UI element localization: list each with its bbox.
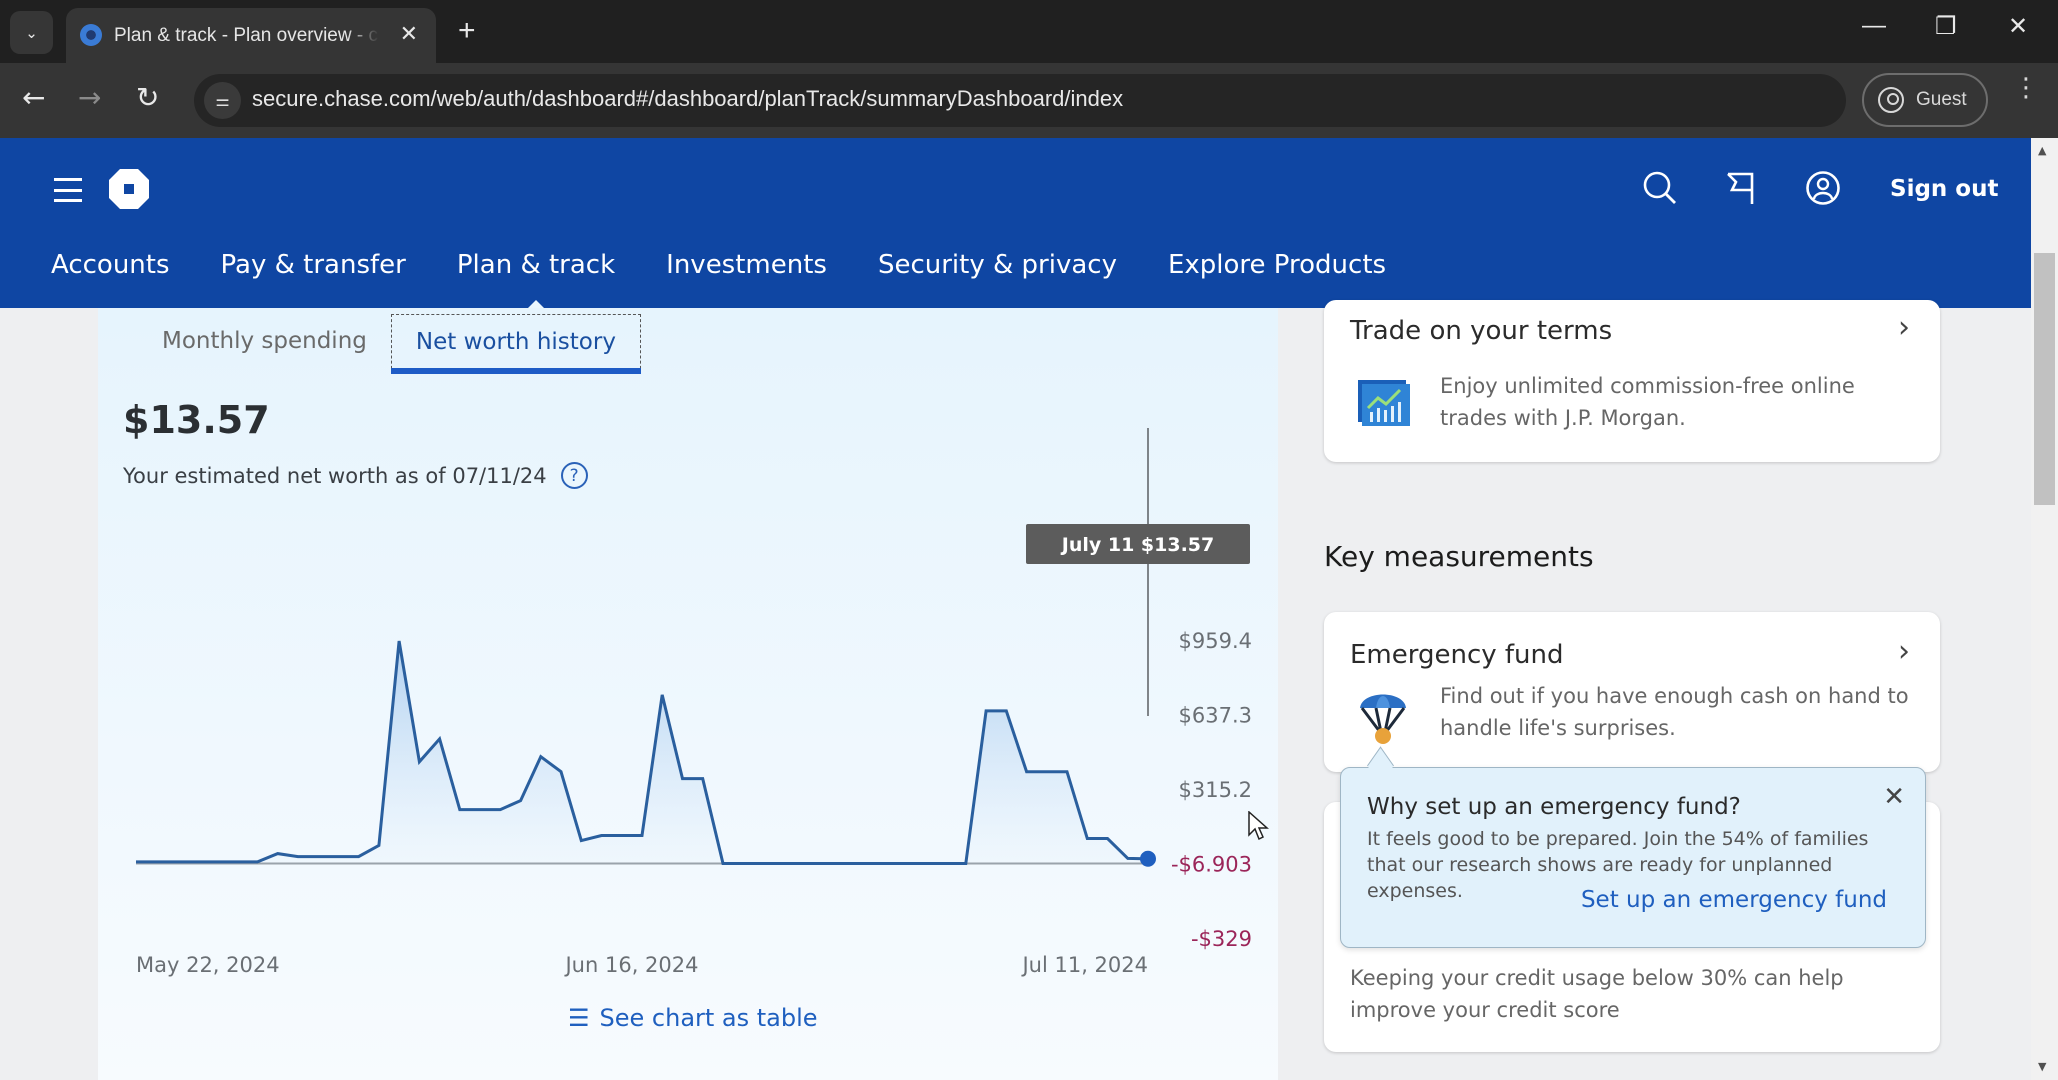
y-tick-label: $637.3 [1179,704,1252,728]
hamburger-menu-icon[interactable] [54,178,82,202]
list-icon: ☰ [568,1004,590,1032]
nav-plan-track[interactable]: Plan & track [457,250,615,310]
trade-promo-card[interactable]: Trade on your terms › Enjoy unlimited co… [1324,300,1940,462]
search-icon[interactable] [1640,168,1680,208]
chart-highlight-point [1140,850,1156,867]
chevron-right-icon[interactable]: › [1898,634,1910,669]
trade-card-title: Trade on your terms [1350,316,1613,346]
x-tick-label: May 22, 2024 [136,953,280,977]
profile-icon [1878,87,1904,113]
close-tab-button[interactable]: ✕ [400,21,418,47]
mouse-cursor-icon [1248,811,1269,841]
chase-logo-icon[interactable] [108,168,150,210]
minimize-button[interactable]: — [1862,12,1886,40]
message-flag-icon[interactable] [1722,168,1762,208]
chart-tooltip-text: July 11 $13.57 [1060,534,1214,556]
net-worth-chart[interactable]: July 11 $13.57 $959.4 $637.3 $315.2 -$6.903 -… [98,308,1278,1080]
emergency-fund-popover: Why set up an emergency fund? ✕ It feels… [1340,767,1926,948]
x-tick-label: Jun 16, 2024 [563,953,698,977]
site-header: Sign out Accounts Pay & transfer Plan & … [0,138,2031,310]
emergency-fund-card[interactable]: Emergency fund › Find out if you have en… [1324,612,1940,772]
forward-button[interactable]: → [78,81,101,114]
page-scrollbar[interactable]: ▲ ▼ [2031,138,2058,1080]
close-window-button[interactable]: ✕ [2008,12,2028,41]
main-nav: Accounts Pay & transfer Plan & track Inv… [0,250,1386,310]
address-bar[interactable]: ⚌ secure.chase.com/web/auth/dashboard#/d… [194,74,1846,127]
restore-button[interactable]: ❐ [1935,12,1957,41]
reload-button[interactable]: ↻ [136,81,159,114]
emergency-fund-title: Emergency fund [1350,640,1564,670]
nav-investments[interactable]: Investments [666,250,827,296]
scroll-down-arrow-icon[interactable]: ▼ [2038,1060,2046,1073]
chase-favicon-icon [80,24,102,46]
setup-emergency-fund-link[interactable]: Set up an emergency fund [1581,887,1887,913]
close-popover-button[interactable]: ✕ [1883,782,1905,812]
y-tick-label: -$6.903 [1171,853,1252,877]
nav-explore-products[interactable]: Explore Products [1168,250,1386,296]
nav-security-privacy[interactable]: Security & privacy [878,250,1117,296]
x-tick-label: Jul 11, 2024 [1020,953,1148,977]
see-chart-as-table-link[interactable]: ☰ See chart as table [568,1004,818,1032]
new-tab-button[interactable]: + [458,14,476,48]
credit-usage-description: Keeping your credit usage below 30% can … [1350,966,1844,1022]
tab-title: Plan & track - Plan overview - c [114,24,378,46]
chevron-right-icon[interactable]: › [1898,310,1910,345]
y-tick-label: $959.4 [1179,629,1252,653]
stock-chart-icon [1358,380,1410,426]
site-info-icon[interactable]: ⚌ [204,82,241,119]
profile-icon[interactable] [1803,168,1843,208]
browser-menu-button[interactable]: ⋮ [2013,75,2039,101]
nav-pay-transfer[interactable]: Pay & transfer [221,250,406,296]
browser-toolbar: ← → ↻ ⚌ secure.chase.com/web/auth/dashbo… [0,63,2058,138]
emergency-fund-description: Find out if you have enough cash on hand… [1440,684,1909,740]
net-worth-card: Monthly spending Net worth history $13.5… [98,308,1278,1080]
parachute-icon [1360,694,1406,744]
browser-tab-active[interactable]: Plan & track - Plan overview - c ✕ [66,8,436,63]
y-tick-label: -$329 [1191,927,1252,951]
profile-label: Guest [1916,89,1967,110]
key-measurements-heading: Key measurements [1324,540,1594,573]
back-button[interactable]: ← [22,81,45,114]
popover-title: Why set up an emergency fund? [1367,794,1741,820]
scrollbar-thumb[interactable] [2034,253,2055,505]
trade-card-description: Enjoy unlimited commission-free online t… [1440,374,1855,430]
tab-search-button[interactable]: ⌄ [10,11,53,54]
url-text[interactable]: secure.chase.com/web/auth/dashboard#/das… [252,86,1123,112]
chevron-down-icon: ⌄ [25,23,38,42]
sign-out-button[interactable]: Sign out [1890,176,1998,202]
nav-accounts[interactable]: Accounts [51,250,170,296]
y-tick-label: $315.2 [1179,778,1252,802]
see-chart-as-table-label: See chart as table [599,1004,818,1032]
profile-button[interactable]: Guest [1862,73,1988,127]
scroll-up-arrow-icon[interactable]: ▲ [2038,144,2046,157]
browser-tab-bar: ⌄ Plan & track - Plan overview - c ✕ + —… [0,0,2058,63]
